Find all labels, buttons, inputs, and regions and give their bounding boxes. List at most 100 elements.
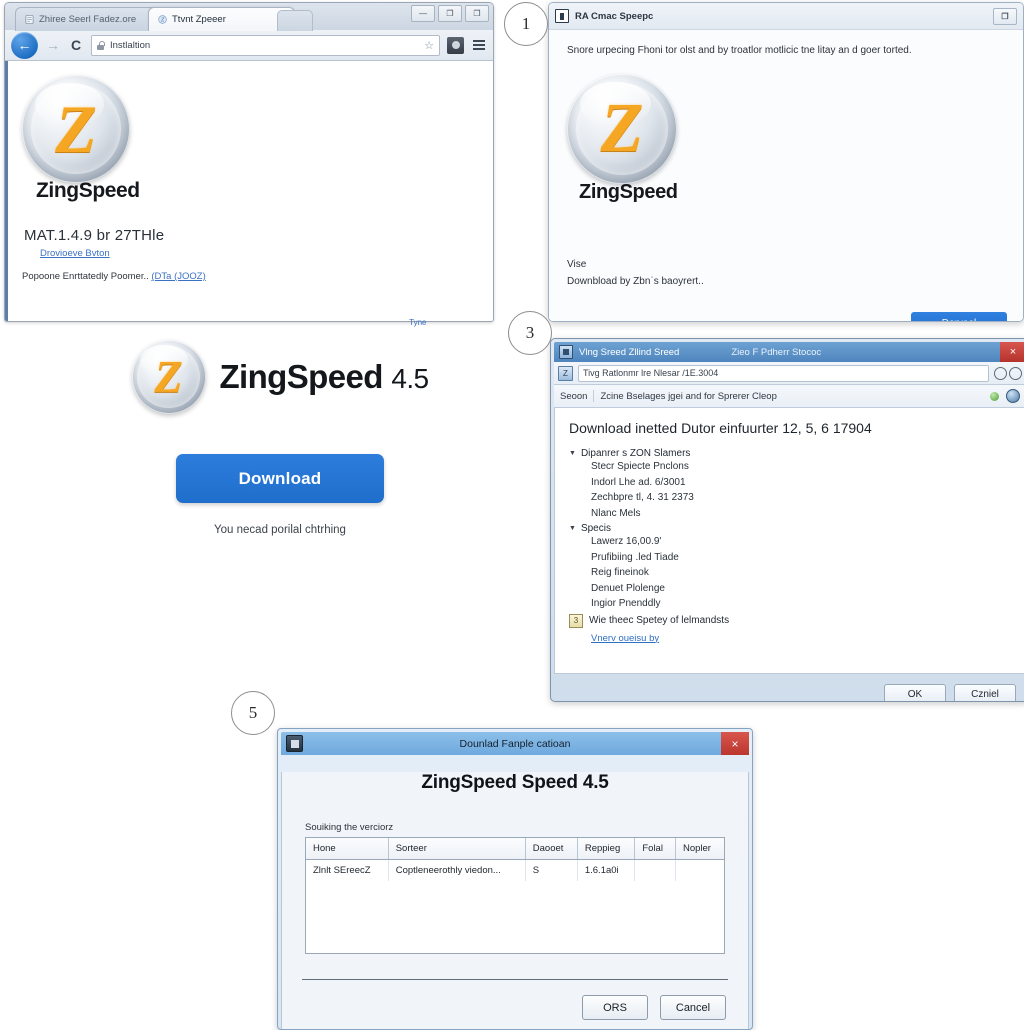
- column-header[interactable]: Daooet: [525, 838, 578, 860]
- panel-3-content: Download inetted Dutor einfuurter 12, 5,…: [554, 408, 1024, 674]
- panel-5-heading: ZingSpeed Speed 4.5: [282, 772, 748, 794]
- list-item: Indorl Lhe ad. 6/3001: [591, 476, 686, 488]
- panel-3-title-right: Zieo F Pdherr Stococ: [731, 346, 822, 358]
- cancel-button[interactable]: Cancel: [660, 995, 726, 1020]
- hero-section: Z ZingSpeed 4.5 Tyne Download You necad …: [0, 318, 560, 680]
- column-header[interactable]: Folal: [634, 838, 676, 860]
- browser-tab-active[interactable]: Z Ttvnt Zpeeer ×: [148, 7, 295, 31]
- globe-icon[interactable]: [1006, 389, 1020, 403]
- close-button[interactable]: ❐: [465, 5, 489, 22]
- list-item: Reig fineinok: [591, 567, 649, 578]
- browser-tab-strip: Zhiree Seerl Fadez.ore ▿ Z Ttvnt Zpeeer …: [5, 3, 493, 31]
- page-note-link[interactable]: (DTa (JOOZ): [151, 271, 205, 282]
- table-cell: S: [525, 859, 578, 881]
- logo-letter: Z: [55, 91, 97, 167]
- panel-3-group-header[interactable]: ▼ Dipanrer s ZON Slamers: [569, 448, 1011, 459]
- help-icon[interactable]: [1009, 366, 1022, 380]
- hero-version: 4.5: [391, 363, 429, 394]
- browser-tab-label: Zhiree Seerl Fadez.ore: [39, 14, 137, 25]
- list-item: Lawerz 16,00.9': [591, 536, 662, 547]
- forward-button[interactable]: →: [45, 37, 61, 53]
- chevron-down-icon[interactable]: ▼: [569, 450, 576, 457]
- hero-title-rest: Speed: [286, 358, 384, 395]
- browser-toolbar: ← → C Instlaltion ☆: [5, 30, 493, 61]
- list-item: Denuet Plolenge: [591, 582, 665, 594]
- panel-5-title-bar: Dounlad Fanple catioan ×: [281, 732, 749, 755]
- close-button[interactable]: ×: [721, 732, 749, 755]
- reload-button[interactable]: C: [68, 37, 84, 53]
- panel-3-note: 3 Wie theec Spetey of lelmandsts: [569, 613, 1011, 628]
- page-headline: MAT.1.4.9 br 27THle: [24, 227, 165, 244]
- panel-3-address-bar: Z Tivg Ratlonmr lre Nlesar /1E.3004: [554, 362, 1024, 385]
- address-bar[interactable]: Instlaltion ☆: [91, 34, 440, 56]
- column-header[interactable]: Nopler: [675, 838, 724, 860]
- list-item: Stecr Spiecte Pnclons: [591, 461, 689, 472]
- bookmark-star-icon[interactable]: ☆: [424, 39, 434, 52]
- page-icon: [25, 15, 34, 24]
- browser-viewport: Z ZingSpeed MAT.1.4.9 br 27THle Drovioev…: [5, 61, 493, 321]
- table-cell: 1.6.1a0i: [577, 859, 636, 881]
- panel-3-menu-right[interactable]: Zcine Bselages jgei and for Sprerer Cleo…: [600, 391, 776, 402]
- maximize-button[interactable]: ❐: [438, 5, 462, 22]
- step-badge-5: 5: [231, 691, 275, 735]
- panel-1-foot-line-2: Downbload by Zbnˈs baoyrert..: [567, 276, 704, 287]
- panel-1-cta-button[interactable]: Doryeal: [911, 312, 1007, 321]
- download-button[interactable]: Download: [176, 454, 384, 503]
- zingspeed-orb-logo: Z: [567, 74, 677, 184]
- panel-3-address-input[interactable]: Tivg Ratlonmr lre Nlesar /1E.3004: [578, 364, 989, 382]
- page-logo-block: Z ZingSpeed: [22, 75, 493, 203]
- table-cell: Zlnlt SEreecZ: [306, 859, 389, 881]
- panel-3-heading: Download inetted Dutor einfuurter 12, 5,…: [569, 420, 872, 436]
- status-dot-icon: [990, 391, 999, 401]
- panel-3-title-bar: Vlng Sreed Zllind Sreed Zieo F Pdherr St…: [554, 342, 1024, 362]
- minimize-button[interactable]: ❐: [993, 7, 1017, 25]
- panel-3-group-header[interactable]: ▼ Specis: [569, 523, 1011, 534]
- browser-tab-label: Ttvnt Zpeeer: [172, 14, 226, 25]
- column-header[interactable]: Reppieg: [577, 838, 636, 860]
- page-sublink[interactable]: Drovioeve Bvton: [40, 248, 493, 259]
- menu-icon[interactable]: [471, 40, 487, 50]
- window-controls: — ❐ ❐: [411, 5, 489, 22]
- table-cell: [634, 859, 676, 881]
- ok-button[interactable]: ORS: [582, 995, 648, 1020]
- hero-trademark: Tyne: [409, 318, 427, 327]
- panel-3-group-label: Dipanrer s ZON Slamers: [580, 448, 691, 459]
- panel-3-menu-icons: [990, 389, 1020, 403]
- panel-5-table-container[interactable]: Hone Sorteer Daooet Reppieg Folal Nopler…: [305, 837, 725, 954]
- panel-3-menu-left[interactable]: Seoon: [560, 391, 587, 402]
- page-note-text: Popoone Enrttatedly Poomer..: [22, 271, 149, 282]
- zingspeed-orb-logo: Z: [22, 75, 130, 183]
- screenshot-stage: Zhiree Seerl Fadez.ore ▿ Z Ttvnt Zpeeer …: [0, 0, 1024, 1030]
- browser-tab-inactive[interactable]: Zhiree Seerl Fadez.ore ▿: [15, 7, 163, 31]
- cancel-button[interactable]: Czniel: [954, 683, 1016, 701]
- panel-3-link[interactable]: Vnerv oueisu by: [591, 633, 659, 644]
- table-row[interactable]: Zlnlt SEreecZ Coptleneerothly viedon... …: [306, 859, 724, 881]
- panel-5-window: Dounlad Fanple catioan × ZingSpeed Speed…: [277, 728, 753, 1030]
- ok-button[interactable]: OK: [884, 683, 946, 701]
- search-icon[interactable]: [994, 366, 1007, 380]
- brand-wordmark: ZingSpeed: [36, 179, 140, 202]
- list-item: Prufibiing .led Tiade: [591, 551, 679, 563]
- panel-1-window: RA Cmac Speepc ❐ Snore urpecing Fhoni to…: [548, 2, 1024, 322]
- step-badge-1: 1: [504, 2, 548, 46]
- new-tab-button[interactable]: [277, 10, 313, 31]
- logo-letter: Z: [600, 90, 644, 167]
- panel-5-heading-rest: Speed 4.5: [521, 772, 609, 793]
- logo-letter: Z: [154, 351, 183, 402]
- minimize-button[interactable]: —: [411, 5, 435, 22]
- app-icon: [559, 345, 573, 359]
- panel-5-heading-bold: ZingSpeed: [421, 772, 517, 793]
- chevron-down-icon[interactable]: ▼: [569, 525, 576, 532]
- hero-title: ZingSpeed 4.5: [220, 358, 430, 396]
- close-button[interactable]: ×: [1000, 342, 1024, 362]
- column-header[interactable]: Hone: [306, 838, 389, 860]
- back-button[interactable]: ←: [11, 31, 38, 59]
- panel-5-body: ZingSpeed Speed 4.5 Souiking the vercior…: [281, 772, 749, 1029]
- page-note: Popoone Enrttatedly Poomer.. (DTa (JOOZ): [22, 271, 493, 282]
- panel-3-group: ▼ Dipanrer s ZON Slamers Stecr Spiecte P…: [569, 448, 1011, 521]
- panel-3-address-actions[interactable]: [994, 366, 1022, 380]
- extension-icon[interactable]: [447, 36, 464, 54]
- zingspeed-favicon: Z: [158, 15, 167, 24]
- column-header[interactable]: Sorteer: [388, 838, 526, 860]
- panel-1-footer-text: Vise Downbload by Zbnˈs baoyrert..: [567, 256, 704, 290]
